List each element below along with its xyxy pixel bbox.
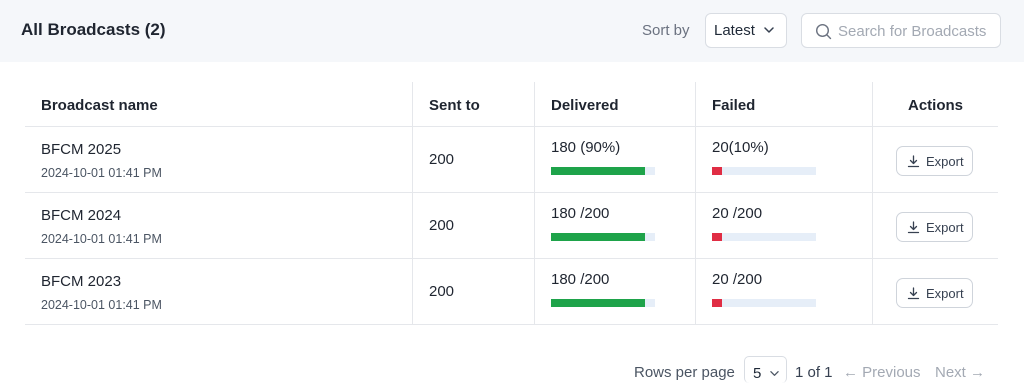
broadcast-date: 2024-10-01 01:41 PM	[41, 232, 162, 246]
export-label: Export	[926, 153, 964, 169]
sort-by-label: Sort by	[642, 22, 690, 39]
sent-to-value: 200	[429, 283, 455, 300]
chevron-down-icon	[764, 27, 774, 33]
export-label: Export	[926, 219, 964, 235]
failed-progress-fill	[712, 167, 723, 175]
column-header-sent-to: Sent to	[413, 82, 535, 126]
sort-dropdown[interactable]: Latest	[705, 13, 787, 48]
failed-value: 20(10%)	[712, 139, 769, 156]
delivered-value: 180 /200	[551, 271, 610, 288]
rows-per-page-label: Rows per page	[634, 364, 735, 381]
table-header-row: Broadcast name Sent to Delivered Failed …	[25, 82, 998, 127]
table-row: BFCM 2023 2024-10-01 01:41 PM 200 180 /2…	[25, 259, 998, 325]
delivered-value: 180 (90%)	[551, 139, 621, 156]
sent-to-value: 200	[429, 151, 455, 168]
page-title: All Broadcasts (2)	[21, 20, 166, 39]
delivered-progress-bar	[551, 167, 655, 175]
delivered-progress-fill	[551, 233, 645, 241]
failed-progress-fill	[712, 299, 723, 307]
failed-value: 20 /200	[712, 271, 763, 288]
search-icon	[815, 23, 832, 40]
delivered-progress-fill	[551, 167, 645, 175]
sort-dropdown-value: Latest	[714, 22, 755, 39]
broadcast-name: BFCM 2025	[41, 141, 122, 158]
column-header-actions: Actions	[908, 97, 964, 114]
sent-to-value: 200	[429, 217, 455, 234]
download-icon	[907, 220, 920, 233]
column-header-failed: Failed	[696, 82, 873, 126]
broadcast-name: BFCM 2024	[41, 207, 122, 224]
search-box[interactable]	[801, 13, 1001, 48]
failed-progress-bar	[712, 233, 816, 241]
delivered-progress-bar	[551, 299, 655, 307]
column-header-delivered: Delivered	[535, 82, 696, 126]
broadcast-name: BFCM 2023	[41, 273, 122, 290]
failed-value: 20 /200	[712, 205, 763, 222]
failed-progress-fill	[712, 233, 723, 241]
export-button[interactable]: Export	[896, 278, 973, 308]
table-row: BFCM 2025 2024-10-01 01:41 PM 200 180 (9…	[25, 127, 998, 193]
broadcast-date: 2024-10-01 01:41 PM	[41, 166, 162, 180]
download-icon	[907, 154, 920, 167]
download-icon	[907, 286, 920, 299]
delivered-progress-fill	[551, 299, 645, 307]
export-label: Export	[926, 285, 964, 301]
export-button[interactable]: Export	[896, 212, 973, 242]
page-info: 1 of 1	[795, 364, 833, 381]
delivered-value: 180 /200	[551, 205, 610, 222]
export-button[interactable]: Export	[896, 146, 973, 176]
column-header-broadcast-name: Broadcast name	[25, 82, 413, 126]
rows-per-page-select[interactable]: 5	[744, 356, 787, 383]
previous-page-button[interactable]: ← Previous	[843, 364, 921, 381]
pagination: Rows per page 5 1 of 1 ← Previous Next →	[0, 356, 1024, 383]
delivered-progress-bar	[551, 233, 655, 241]
rows-per-page-value: 5	[753, 365, 762, 382]
table-row: BFCM 2024 2024-10-01 01:41 PM 200 180 /2…	[25, 193, 998, 259]
failed-progress-bar	[712, 167, 816, 175]
broadcast-date: 2024-10-01 01:41 PM	[41, 298, 162, 312]
chevron-down-icon	[770, 371, 779, 376]
failed-progress-bar	[712, 299, 816, 307]
search-input[interactable]	[838, 21, 996, 41]
page-header: All Broadcasts (2) Sort by Latest	[0, 0, 1024, 62]
next-page-button[interactable]: Next →	[935, 364, 985, 381]
